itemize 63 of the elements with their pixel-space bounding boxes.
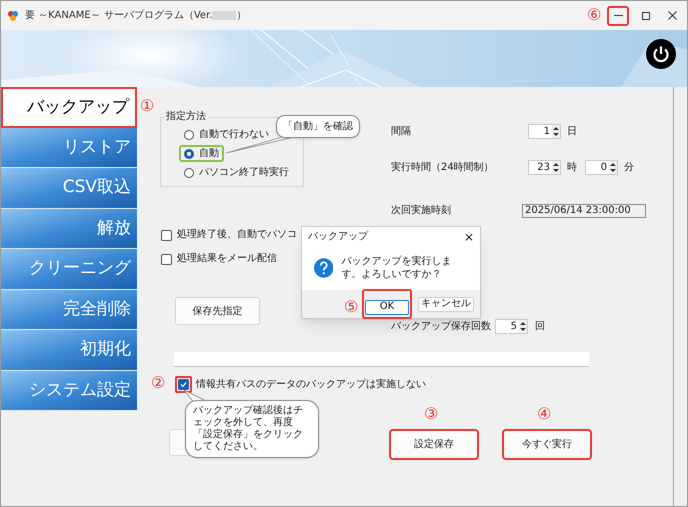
callout-tooltip: バックアップ確認後はチェックを外して、再度「設定保存」をクリックしてください。	[185, 400, 319, 458]
check-icon	[180, 381, 187, 388]
app-icon	[7, 10, 19, 22]
power-icon	[652, 45, 670, 63]
ok-button[interactable]: OK	[365, 300, 409, 314]
number-field[interactable]: 23	[528, 160, 561, 175]
checkbox-label: 情報共有パスのデータのバックアップは実施しない	[196, 378, 426, 392]
field-label: 次回実施時刻	[391, 204, 452, 218]
spin-arrows-icon[interactable]	[519, 320, 527, 333]
group-title: 指定方法	[164, 110, 208, 123]
checkbox-label: 処理結果をメール配信	[177, 252, 277, 266]
sidebar-item[interactable]: CSV取込	[1, 168, 137, 208]
spin-arrows-icon[interactable]	[552, 161, 560, 174]
unit-label: 日	[567, 125, 577, 139]
field-label: 間隔	[391, 125, 412, 139]
unit-label: 分	[624, 161, 634, 175]
unit-label: 時	[567, 160, 577, 175]
step-number: ①	[140, 98, 154, 114]
spin-arrows-icon[interactable]	[552, 125, 560, 138]
number-field[interactable]: 1	[528, 124, 561, 139]
sidebar-item[interactable]: 初期化	[1, 330, 137, 370]
dialog-title: バックアップ	[308, 230, 368, 244]
radio-button[interactable]	[184, 130, 194, 140]
step-number: ②	[151, 375, 166, 391]
dialog-close-button[interactable]: ×	[464, 230, 474, 242]
radio-label: 自動	[199, 147, 219, 160]
field-label: バックアップ保存回数	[391, 320, 492, 334]
radio-label: パソコン終了時実行	[199, 166, 289, 179]
sidebar-item[interactable]: 完全削除	[1, 290, 137, 330]
number-field[interactable]: 5	[495, 319, 528, 334]
action-button[interactable]: 今すぐ実行	[502, 429, 592, 460]
field-label: 実行時間（24時間制）	[391, 160, 495, 175]
cancel-button[interactable]: キャンセル	[418, 296, 474, 312]
radio-button[interactable]	[184, 148, 194, 158]
radio-button[interactable]	[184, 168, 194, 178]
checkbox[interactable]	[178, 379, 189, 390]
callout-tooltip: 「自動」を確認	[276, 115, 360, 138]
dialog-message: バックアップを実行します。よろしいですか？	[341, 255, 452, 281]
window-title: 要 ～KANAME～ サーバプログラム（Ver.	[25, 8, 212, 23]
sidebar-item[interactable]: システム設定	[1, 370, 137, 411]
checkbox[interactable]	[161, 254, 172, 264]
sidebar-item[interactable]: 解放	[1, 208, 137, 249]
checkbox[interactable]	[161, 230, 172, 240]
step-number: ⑤	[344, 299, 358, 315]
sidebar-item[interactable]: クリーニング	[1, 249, 137, 290]
save-location-button[interactable]: 保存先指定	[175, 297, 260, 325]
sidebar-item[interactable]: バックアップ	[1, 87, 137, 128]
minimize-button[interactable]	[607, 6, 629, 26]
action-button[interactable]: 設定保存	[389, 429, 479, 460]
step-number: ④	[537, 406, 552, 422]
blurred-version	[212, 11, 236, 20]
question-icon	[314, 258, 334, 278]
next-run-field: 2025/06/14 23:00:00	[522, 204, 646, 218]
close-icon	[668, 11, 676, 20]
step-number: ③	[424, 406, 438, 422]
checkbox-label: 処理終了後、自動でパソコ	[177, 228, 297, 242]
window-title-end: ）	[236, 9, 246, 23]
spin-arrows-icon[interactable]	[609, 161, 617, 174]
step-number: ⑥	[587, 7, 602, 23]
radio-label: 自動で行わない	[199, 128, 269, 141]
number-field[interactable]: 0	[585, 160, 618, 175]
sidebar-item[interactable]: リストア	[1, 128, 137, 168]
unit-label: 回	[535, 320, 545, 334]
